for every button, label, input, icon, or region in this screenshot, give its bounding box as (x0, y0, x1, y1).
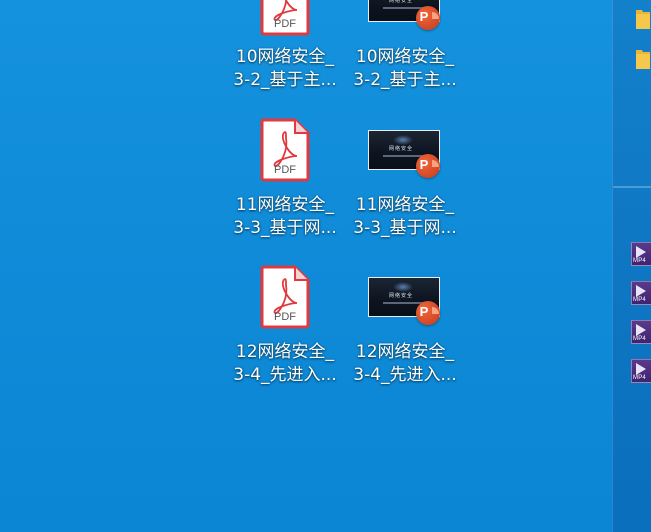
file-name-line2: 3-3_基于网... (233, 218, 337, 238)
desktop-icon-ppt[interactable]: 网络安全 P 12网络安全_ 3-4_先进入... (350, 265, 460, 395)
right-side-panel: MP4 MP4 MP4 MP4 (612, 0, 651, 532)
mp4-file-icon[interactable]: MP4 (631, 320, 651, 344)
file-name-line2: 3-4_先进入... (353, 365, 457, 385)
mp4-file-icon[interactable]: MP4 (631, 359, 651, 383)
file-name-line1: 11网络安全_ (355, 195, 455, 215)
file-name: 11网络安全_ 3-3_基于网... (345, 194, 465, 240)
mp4-file-icon[interactable]: MP4 (631, 242, 651, 266)
folder-icon[interactable] (635, 48, 651, 70)
desktop-icon-ppt[interactable]: 网络安全 P 11网络安全_ 3-3_基于网... (350, 118, 460, 248)
panel-divider (613, 186, 651, 188)
file-name: 12网络安全_ 3-4_先进入... (345, 341, 465, 387)
ppt-badge-letter: P (419, 304, 429, 319)
desktop-icon-pdf[interactable]: PDF 12网络安全_ 3-4_先进入... (230, 265, 340, 395)
file-name-line2: 3-2_基于主... (233, 70, 337, 90)
file-name-line1: 12网络安全_ (235, 342, 335, 362)
ppt-badge-letter: P (419, 157, 429, 172)
powerpoint-file-icon: 网络安全 P (368, 277, 442, 335)
ppt-badge-letter: P (419, 9, 429, 24)
mp4-label: MP4 (633, 336, 646, 342)
mp4-file-icon[interactable]: MP4 (631, 281, 651, 305)
desktop: PDF 10网络安全_ 3-2_基于主... 网络安全 P 10网络安全_ 3-… (0, 0, 612, 532)
file-name-line2: 3-4_先进入... (233, 365, 337, 385)
file-name-line2: 3-3_基于网... (353, 218, 457, 238)
file-name: 12网络安全_ 3-4_先进入... (225, 341, 345, 387)
desktop-icon-pdf[interactable]: PDF 10网络安全_ 3-2_基于主... (230, 0, 340, 102)
file-name-line2: 3-2_基于主... (353, 70, 457, 90)
svg-text:PDF: PDF (274, 164, 296, 176)
powerpoint-badge-icon: P (416, 301, 440, 325)
file-name: 10网络安全_ 3-2_基于主... (225, 46, 345, 92)
play-icon (636, 246, 646, 258)
file-name-line1: 12网络安全_ (355, 342, 455, 362)
desktop-icon-pdf[interactable]: PDF 11网络安全_ 3-3_基于网... (230, 118, 340, 248)
pdf-file-icon: PDF (260, 118, 310, 182)
play-icon (636, 324, 646, 336)
file-name-line1: 10网络安全_ (235, 47, 335, 67)
play-icon (636, 363, 646, 375)
pdf-file-icon: PDF (260, 265, 310, 329)
mp4-label: MP4 (633, 258, 646, 264)
folder-icon[interactable] (635, 8, 651, 30)
file-name: 11网络安全_ 3-3_基于网... (225, 194, 345, 240)
powerpoint-file-icon: 网络安全 P (368, 130, 442, 188)
powerpoint-badge-icon: P (416, 6, 440, 30)
file-name-line1: 11网络安全_ (235, 195, 335, 215)
pdf-badge-text: PDF (274, 18, 296, 30)
file-name-line1: 10网络安全_ (355, 47, 455, 67)
file-name: 10网络安全_ 3-2_基于主... (345, 46, 465, 92)
powerpoint-file-icon: 网络安全 P (368, 0, 442, 40)
mp4-label: MP4 (633, 375, 646, 381)
powerpoint-badge-icon: P (416, 154, 440, 178)
play-icon (636, 285, 646, 297)
mp4-label: MP4 (633, 297, 646, 303)
pdf-file-icon: PDF (260, 0, 310, 36)
svg-text:PDF: PDF (274, 311, 296, 323)
desktop-icon-ppt[interactable]: 网络安全 P 10网络安全_ 3-2_基于主... (350, 0, 460, 102)
